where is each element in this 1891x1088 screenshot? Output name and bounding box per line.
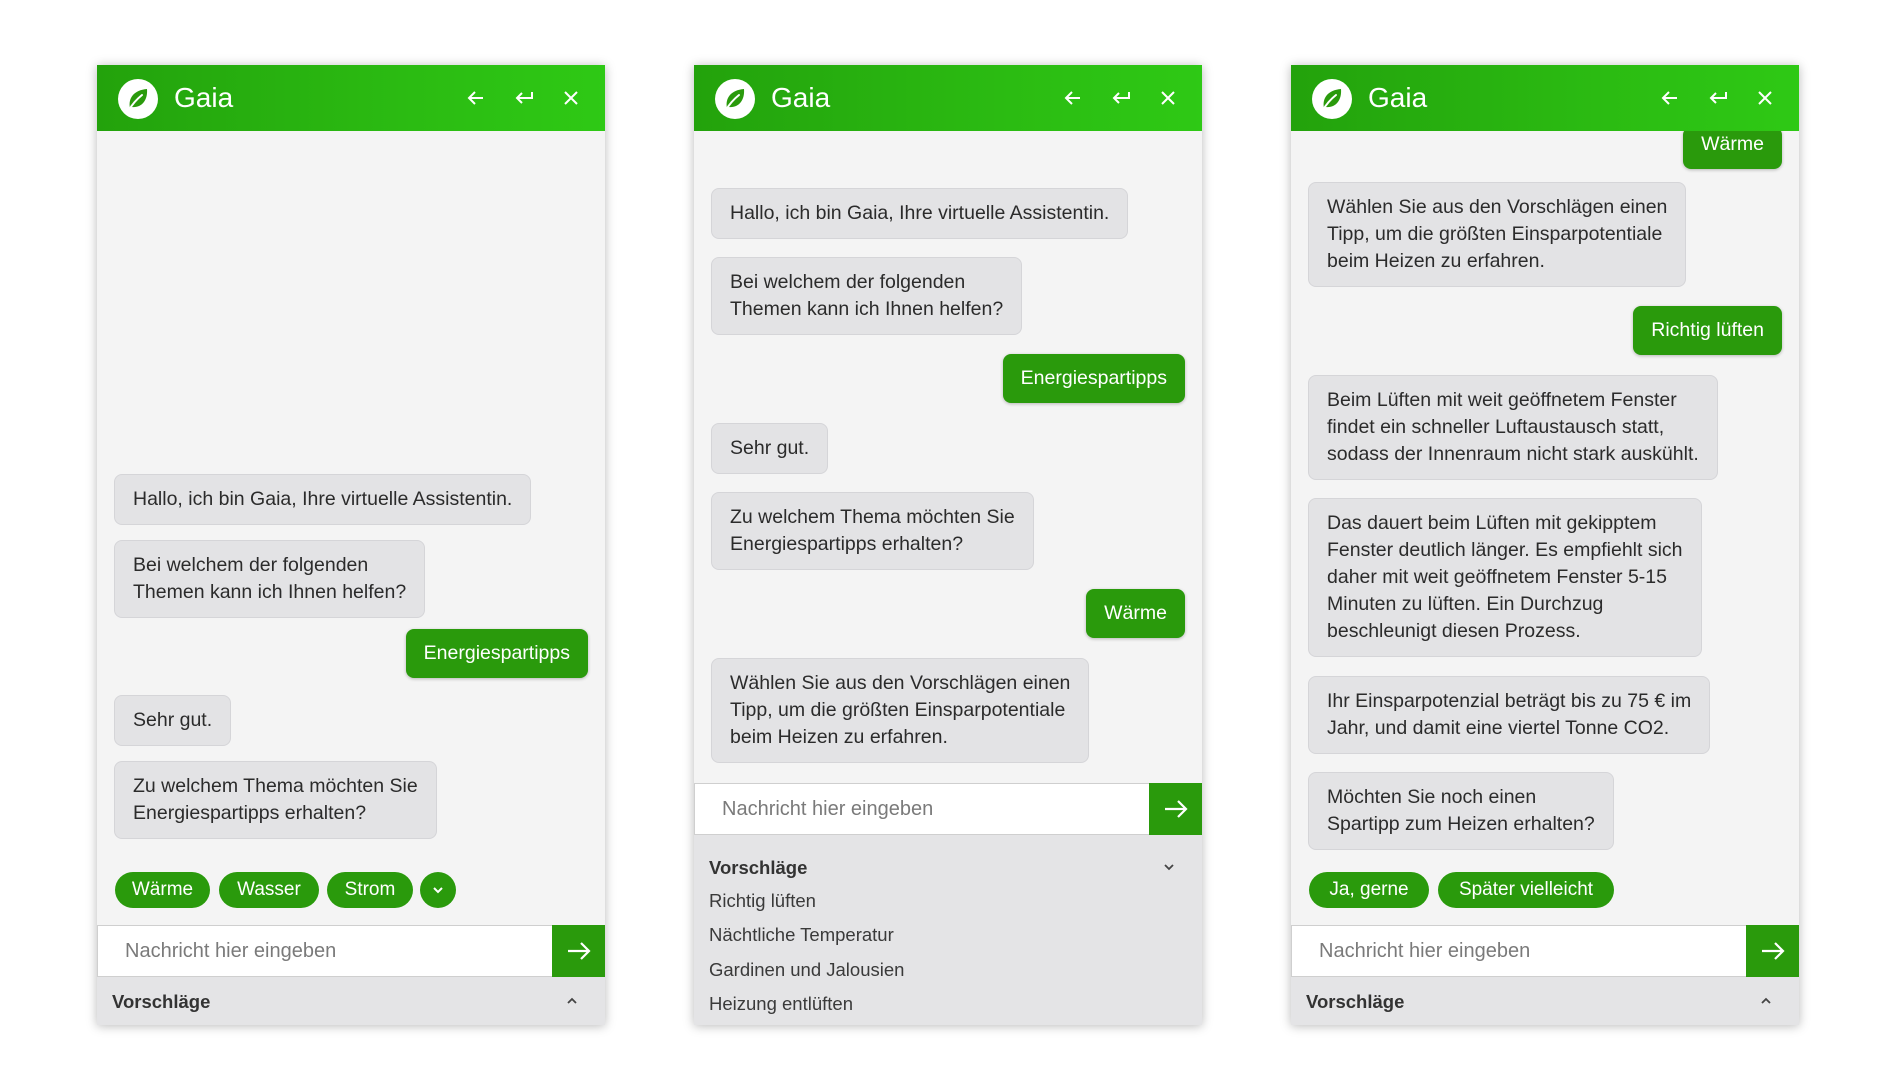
chevron-down-icon bbox=[433, 887, 443, 894]
chat-header: Gaia bbox=[1291, 65, 1799, 131]
chat-window-2: Gaia Hallo, ich bin Gaia, Ihre virtuelle… bbox=[694, 65, 1202, 1025]
bot-message: Bei welchem der folgenden Themen kann ich… bbox=[711, 257, 1023, 335]
user-message: Richtig lüften bbox=[1633, 306, 1782, 355]
leaf-logo-icon bbox=[715, 79, 755, 119]
leaf-logo-icon bbox=[118, 79, 158, 119]
bot-message: Zu welchem Thema möchten Sie Energiespart… bbox=[114, 761, 437, 839]
arrow-right-icon bbox=[1761, 942, 1785, 960]
chat-header: Gaia bbox=[694, 65, 1202, 131]
bot-message: Ihr Einsparpotenzial beträgt bis zu 75 €… bbox=[1308, 676, 1711, 754]
message-input[interactable] bbox=[98, 926, 552, 976]
arrow-left-icon[interactable] bbox=[1655, 83, 1685, 113]
suggestion-item[interactable]: Richtig lüften bbox=[709, 890, 816, 912]
message-input[interactable] bbox=[1292, 926, 1746, 976]
quick-reply-spaeter-vielleicht[interactable]: Später vielleicht bbox=[1438, 872, 1614, 908]
close-icon[interactable] bbox=[556, 83, 586, 113]
assistant-name: Gaia bbox=[174, 82, 234, 113]
bot-message: Wählen Sie aus den Vorschlägen einen Tipp… bbox=[711, 658, 1090, 763]
quick-reply-wasser[interactable]: Wasser bbox=[219, 872, 319, 908]
arrow-right-icon bbox=[567, 942, 591, 960]
bot-message: Sehr gut. bbox=[711, 423, 829, 474]
chat-window-1: Gaia Hallo, ich bin Gaia, Ihre virtuelle… bbox=[97, 65, 605, 1025]
send-button[interactable] bbox=[1149, 783, 1202, 835]
chevron-up-icon[interactable] bbox=[561, 990, 583, 1012]
message-input-bar bbox=[97, 925, 605, 977]
user-message: Energiespartipps bbox=[405, 629, 588, 678]
assistant-name: Gaia bbox=[771, 82, 831, 113]
arrow-left-icon[interactable] bbox=[461, 83, 491, 113]
undo-icon[interactable] bbox=[509, 83, 539, 113]
bot-message: Hallo, ich bin Gaia, Ihre virtuelle Assi… bbox=[114, 474, 532, 525]
chevron-up-icon[interactable] bbox=[1755, 990, 1777, 1012]
user-message: Wärme bbox=[1086, 589, 1185, 638]
assistant-name: Gaia bbox=[1368, 82, 1428, 113]
suggestions-label: Vorschläge bbox=[112, 991, 211, 1012]
quick-reply-strom[interactable]: Strom bbox=[327, 872, 413, 908]
send-button[interactable] bbox=[1746, 925, 1799, 977]
bot-message: Zu welchem Thema möchten Sie Energiespart… bbox=[711, 492, 1034, 570]
bot-message: Beim Lüften mit weit geöffnetem Fenster f… bbox=[1308, 375, 1718, 480]
chat-header: Gaia bbox=[97, 65, 605, 131]
bot-message: Bei welchem der folgenden Themen kann ich… bbox=[114, 540, 426, 618]
user-message: Wärme bbox=[1683, 127, 1782, 169]
undo-icon[interactable] bbox=[1106, 83, 1136, 113]
arrow-right-icon bbox=[1164, 800, 1188, 818]
arrow-left-icon[interactable] bbox=[1058, 83, 1088, 113]
bot-message: Hallo, ich bin Gaia, Ihre virtuelle Assi… bbox=[711, 188, 1129, 239]
suggestions-panel: Vorschläge Richtig lüften Nächtliche Tem… bbox=[694, 835, 1202, 1025]
leaf-logo-icon bbox=[1312, 79, 1352, 119]
message-input-bar bbox=[1291, 925, 1799, 977]
suggestions-panel: Vorschläge bbox=[1291, 977, 1799, 1025]
suggestion-item[interactable]: Nächtliche Temperatur bbox=[709, 924, 894, 946]
suggestions-panel: Vorschläge bbox=[97, 977, 605, 1025]
undo-icon[interactable] bbox=[1703, 83, 1733, 113]
send-button[interactable] bbox=[552, 925, 605, 977]
bot-message: Sehr gut. bbox=[114, 695, 232, 746]
suggestions-label: Vorschläge bbox=[709, 857, 808, 878]
chevron-down-icon[interactable] bbox=[1158, 856, 1180, 878]
quick-reply-ja-gerne[interactable]: Ja, gerne bbox=[1309, 872, 1429, 908]
message-input[interactable] bbox=[695, 784, 1149, 834]
user-message: Energiespartipps bbox=[1002, 354, 1185, 403]
suggestion-item[interactable]: Gardinen und Jalousien bbox=[709, 959, 904, 981]
chat-window-3: Wärme Gaia Wählen Sie aus den Vorschläge… bbox=[1291, 65, 1799, 1025]
more-options-button[interactable] bbox=[420, 872, 456, 908]
quick-reply-waerme[interactable]: Wärme bbox=[115, 872, 210, 908]
bot-message: Das dauert beim Lüften mit gekipptem Fens… bbox=[1308, 498, 1702, 657]
message-input-bar bbox=[694, 783, 1202, 835]
bot-message: Möchten Sie noch einen Spartipp zum Heize… bbox=[1308, 772, 1614, 850]
bot-message: Wählen Sie aus den Vorschlägen einen Tipp… bbox=[1308, 182, 1687, 287]
close-icon[interactable] bbox=[1750, 83, 1780, 113]
suggestions-label: Vorschläge bbox=[1306, 991, 1405, 1012]
close-icon[interactable] bbox=[1153, 83, 1183, 113]
suggestion-item[interactable]: Heizung entlüften bbox=[709, 993, 853, 1015]
